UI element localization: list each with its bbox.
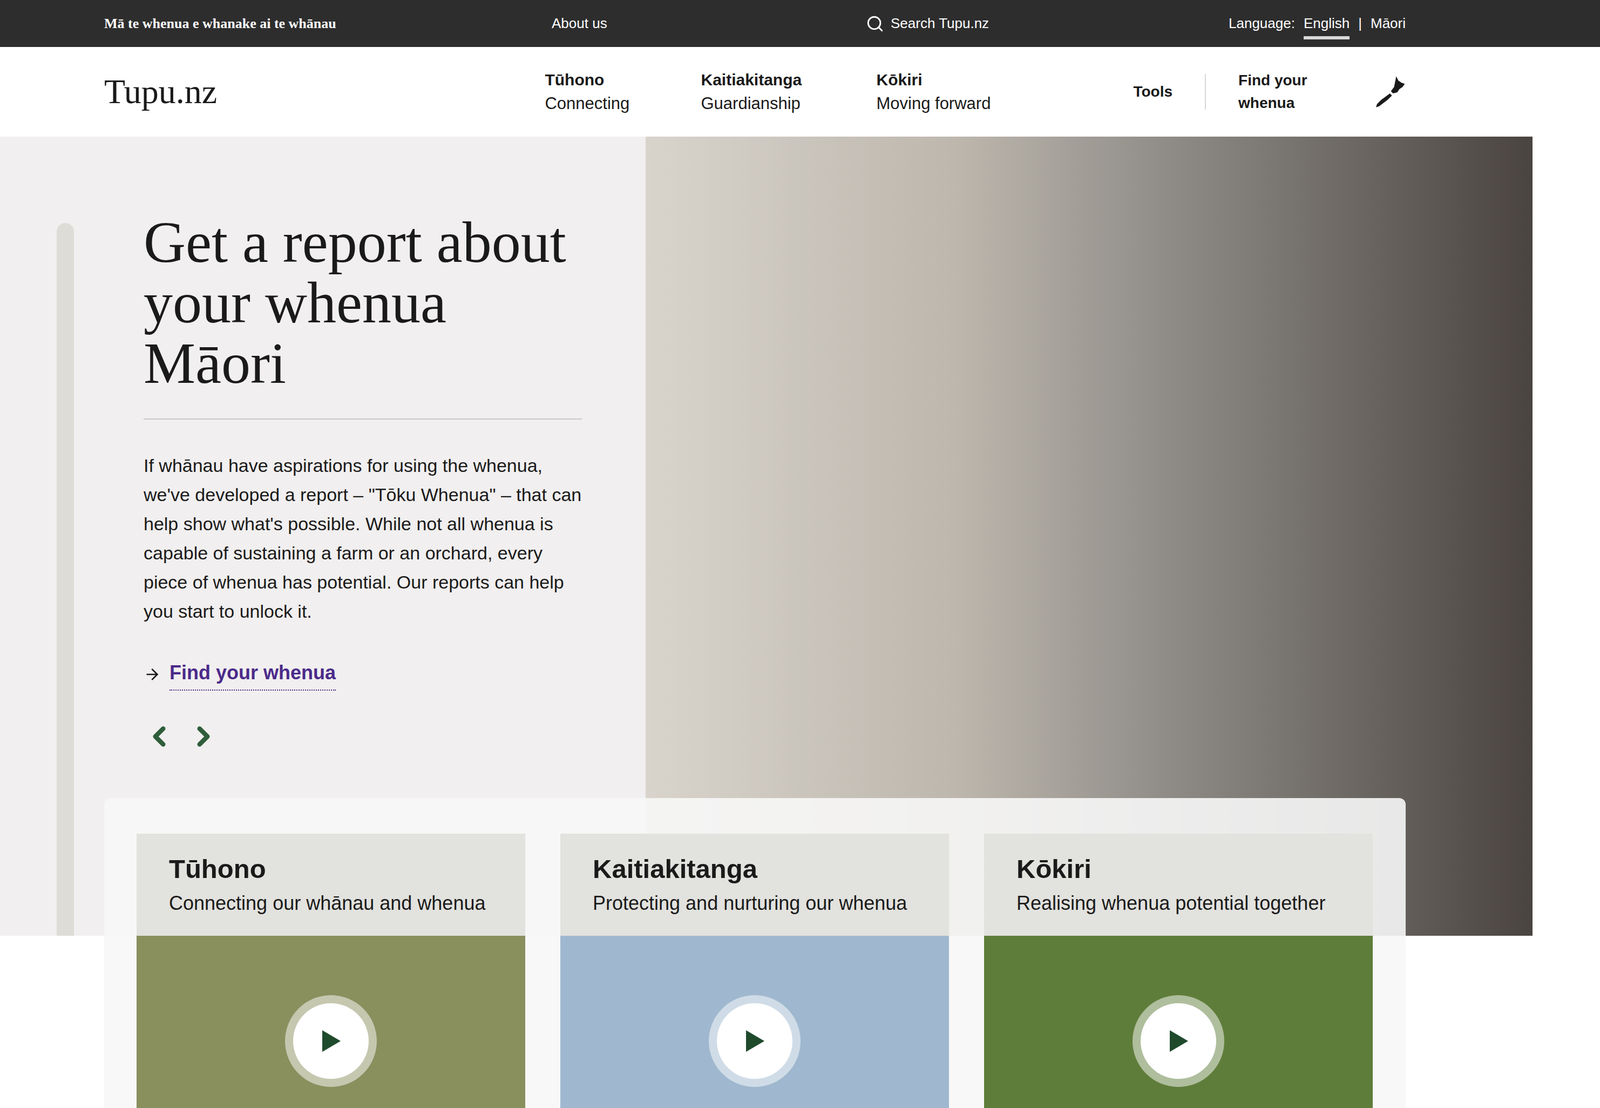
tagline: Mā te whenua e whanake ai te whānau [104, 12, 552, 35]
language-option[interactable]: English [1303, 7, 1350, 40]
top-bar: Mā te whenua e whanake ai te whānauAbout… [0, 0, 1600, 47]
language-switch: Language:English|Māori [1228, 7, 1406, 40]
video-card[interactable]: KōkiriRealising whenua potential togethe… [984, 833, 1373, 1108]
card-header: TūhonoConnecting our whānau and whenua [136, 833, 526, 936]
card-video [984, 935, 1373, 1108]
language-option[interactable]: Māori [1370, 7, 1406, 40]
play-icon [319, 1027, 343, 1054]
play-button[interactable] [1132, 994, 1225, 1087]
search-icon [865, 14, 885, 33]
header: Tupu.nzTūhonoConnectingKaitiakitangaGuar… [0, 46, 1600, 137]
logo[interactable]: Tupu.nz [104, 65, 545, 118]
search[interactable]: Search Tupu.nz [865, 12, 1229, 35]
chevron-left-icon[interactable] [143, 720, 175, 752]
about-link[interactable]: About us [551, 12, 866, 35]
main-nav: TūhonoConnectingKaitiakitangaGuardianshi… [544, 68, 1134, 116]
new-zealand-icon [1374, 75, 1406, 109]
hero-body: If whānau have aspirations for using the… [143, 450, 582, 626]
play-icon [1166, 1027, 1191, 1054]
hero-heading: Get a report about your whenua Māori [143, 212, 582, 420]
nav-item[interactable]: KaitiakitangaGuardianship [700, 68, 877, 116]
play-icon [742, 1027, 767, 1054]
video-card[interactable]: TūhonoConnecting our whānau and whenua [136, 833, 526, 1108]
play-button[interactable] [285, 994, 377, 1087]
chevron-right-icon[interactable] [187, 720, 220, 752]
video-card[interactable]: KaitiakitangaProtecting and nurturing ou… [560, 833, 949, 1108]
nav-item[interactable]: KōkiriMoving forward [876, 68, 1134, 116]
card-header: KōkiriRealising whenua potential togethe… [984, 833, 1373, 936]
arrow-right-icon [143, 665, 161, 683]
card-header: KaitiakitangaProtecting and nurturing ou… [560, 833, 949, 936]
page: Mā te whenua e whanake ai te whānauAbout… [0, 0, 1600, 1108]
tools-link[interactable]: Tools [1133, 73, 1206, 110]
nav-item[interactable]: TūhonoConnecting [544, 68, 701, 116]
find-whenua-link[interactable]: Find your whenua [1238, 69, 1406, 115]
card-video [136, 935, 526, 1108]
card-video [560, 935, 949, 1108]
cards-panel: TūhonoConnecting our whānau and whenua Ka… [104, 797, 1406, 1108]
play-button[interactable] [708, 994, 801, 1087]
hero-link[interactable]: Find your whenua [143, 658, 582, 691]
carousel-controls [143, 720, 582, 752]
